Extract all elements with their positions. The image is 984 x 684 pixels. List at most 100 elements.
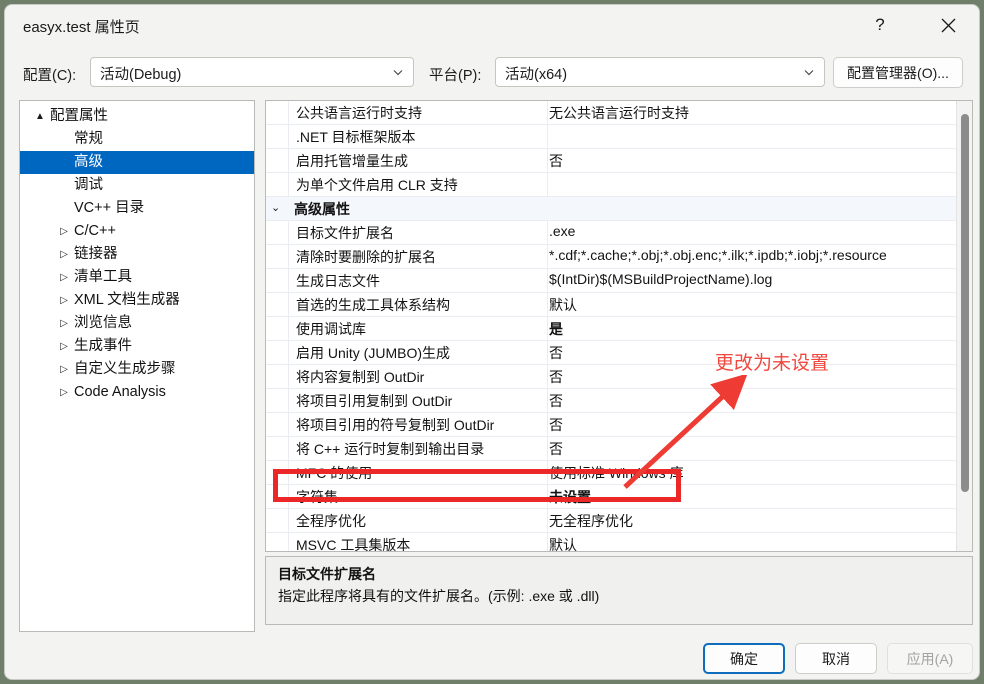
property-value[interactable]: 使用标准 Windows 库 <box>549 463 684 483</box>
tree-item-11[interactable]: ▷ 自定义生成步骤 <box>20 358 254 381</box>
property-row[interactable]: 生成日志文件 $(IntDir)$(MSBuildProjectName).log <box>266 269 956 293</box>
property-name: 公共语言运行时支持 <box>296 105 422 121</box>
row-gutter <box>266 509 289 532</box>
property-value[interactable]: 默认 <box>549 535 577 551</box>
property-value[interactable]: 无全程序优化 <box>549 511 633 531</box>
property-row[interactable]: 字符集 未设置 <box>266 485 956 509</box>
property-value[interactable]: *.cdf;*.cache;*.obj;*.obj.enc;*.ilk;*.ip… <box>549 247 887 263</box>
property-row[interactable]: 公共语言运行时支持 无公共语言运行时支持 <box>266 101 956 125</box>
property-name: 字符集 <box>296 489 338 505</box>
tree-collapsed-icon[interactable]: ▷ <box>56 266 72 289</box>
property-row[interactable]: 将内容复制到 OutDir 否 <box>266 365 956 389</box>
property-name: 为单个文件启用 CLR 支持 <box>296 177 458 193</box>
property-group-header[interactable]: ⌄ 高级属性 <box>266 197 956 221</box>
tree-item-label: 浏览信息 <box>74 315 132 331</box>
tree-item-label: XML 文档生成器 <box>74 292 180 308</box>
description-panel: 目标文件扩展名 指定此程序将具有的文件扩展名。(示例: .exe 或 .dll) <box>265 556 973 625</box>
property-row[interactable]: 目标文件扩展名 .exe <box>266 221 956 245</box>
tree-item-2[interactable]: 高级 <box>20 151 254 174</box>
tree-item-4[interactable]: VC++ 目录 <box>20 197 254 220</box>
tree-item-label: 配置属性 <box>50 108 108 124</box>
property-row[interactable]: 使用调试库 是 <box>266 317 956 341</box>
property-tree[interactable]: ▲ 配置属性 常规 高级 调试 VC++ 目录 ▷ C/C++ ▷ 链接器 ▷ 清单工具 ▷ XML 文档… <box>19 100 255 632</box>
property-name: 生成日志文件 <box>296 273 380 289</box>
property-value[interactable]: 是 <box>549 319 563 339</box>
property-row[interactable]: 将项目引用的符号复制到 OutDir 否 <box>266 413 956 437</box>
property-name: 清除时要删除的扩展名 <box>296 249 436 265</box>
help-icon[interactable]: ? <box>857 5 903 45</box>
column-separator <box>547 461 548 484</box>
tree-item-label: C/C++ <box>74 223 116 239</box>
property-row[interactable]: 首选的生成工具体系结构 默认 <box>266 293 956 317</box>
column-separator <box>547 221 548 244</box>
tree-collapsed-icon[interactable]: ▷ <box>56 312 72 335</box>
row-gutter <box>266 125 289 148</box>
tree-item-10[interactable]: ▷ 生成事件 <box>20 335 254 358</box>
tree-item-8[interactable]: ▷ XML 文档生成器 <box>20 289 254 312</box>
tree-item-3[interactable]: 调试 <box>20 174 254 197</box>
property-name: 目标文件扩展名 <box>296 225 394 241</box>
tree-collapsed-icon[interactable]: ▷ <box>56 243 72 266</box>
property-value[interactable]: $(IntDir)$(MSBuildProjectName).log <box>549 271 772 287</box>
property-row[interactable]: 启用 Unity (JUMBO)生成 否 <box>266 341 956 365</box>
row-gutter <box>266 389 289 412</box>
scrollbar-thumb[interactable] <box>961 114 969 492</box>
vertical-scrollbar[interactable] <box>956 101 972 551</box>
property-row[interactable]: MSVC 工具集版本 默认 <box>266 533 956 551</box>
tree-collapsed-icon[interactable]: ▷ <box>56 358 72 381</box>
property-row[interactable]: 启用托管增量生成 否 <box>266 149 956 173</box>
tree-collapsed-icon[interactable]: ▷ <box>56 220 72 243</box>
title-bar: easyx.test 属性页 ? <box>5 5 979 47</box>
tree-item-1[interactable]: 常规 <box>20 128 254 151</box>
property-row[interactable]: 为单个文件启用 CLR 支持 <box>266 173 956 197</box>
property-grid[interactable]: 公共语言运行时支持 无公共语言运行时支持 .NET 目标框架版本 启用托管增量生成否为… <box>265 100 973 552</box>
tree-item-7[interactable]: ▷ 清单工具 <box>20 266 254 289</box>
property-value[interactable]: 默认 <box>549 295 577 315</box>
platform-dropdown[interactable]: 活动(x64) <box>495 57 825 87</box>
property-value[interactable]: 否 <box>549 439 563 459</box>
property-row[interactable]: 全程序优化 无全程序优化 <box>266 509 956 533</box>
property-row[interactable]: 将项目引用复制到 OutDir 否 <box>266 389 956 413</box>
property-value[interactable]: 否 <box>549 391 563 411</box>
row-gutter <box>266 365 289 388</box>
property-name: 使用调试库 <box>296 321 366 337</box>
tree-collapsed-icon[interactable]: ▷ <box>56 289 72 312</box>
tree-collapsed-icon[interactable]: ▷ <box>56 335 72 358</box>
property-name: 将项目引用复制到 OutDir <box>296 393 453 409</box>
configuration-manager-button[interactable]: 配置管理器(O)... <box>833 57 963 88</box>
column-separator <box>547 437 548 460</box>
platform-label: 平台(P): <box>429 68 482 84</box>
tree-item-6[interactable]: ▷ 链接器 <box>20 243 254 266</box>
chevron-down-icon[interactable]: ⌄ <box>271 201 280 214</box>
row-gutter <box>266 149 289 172</box>
ok-button[interactable]: 确定 <box>703 643 785 674</box>
tree-collapsed-icon[interactable]: ▷ <box>56 381 72 404</box>
configuration-label: 配置(C): <box>23 68 77 84</box>
tree-item-9[interactable]: ▷ 浏览信息 <box>20 312 254 335</box>
property-value[interactable]: 否 <box>549 151 563 171</box>
property-name: 高级属性 <box>294 201 350 217</box>
close-icon[interactable] <box>925 5 971 45</box>
tree-item-5[interactable]: ▷ C/C++ <box>20 220 254 243</box>
cancel-button[interactable]: 取消 <box>795 643 877 674</box>
property-row[interactable]: MFC 的使用 使用标准 Windows 库 <box>266 461 956 485</box>
property-row[interactable]: 清除时要删除的扩展名 *.cdf;*.cache;*.obj;*.obj.enc;… <box>266 245 956 269</box>
property-name: 将项目引用的符号复制到 OutDir <box>296 417 495 433</box>
tree-item-label: 清单工具 <box>74 269 132 285</box>
column-separator <box>547 245 548 268</box>
property-value[interactable]: 否 <box>549 367 563 387</box>
property-value[interactable]: 否 <box>549 415 563 435</box>
property-value[interactable]: 否 <box>549 343 563 363</box>
window-title: easyx.test 属性页 <box>23 19 140 36</box>
property-value[interactable]: 未设置 <box>549 487 591 507</box>
column-separator <box>547 125 548 148</box>
property-row[interactable]: 将 C++ 运行时复制到输出目录 否 <box>266 437 956 461</box>
property-row[interactable]: .NET 目标框架版本 <box>266 125 956 149</box>
property-value[interactable]: 无公共语言运行时支持 <box>549 103 689 123</box>
tree-item-label: Code Analysis <box>74 384 166 400</box>
property-value[interactable]: .exe <box>549 223 575 239</box>
tree-expanded-icon[interactable]: ▲ <box>32 105 48 128</box>
tree-item-0[interactable]: ▲ 配置属性 <box>20 105 254 128</box>
configuration-dropdown[interactable]: 活动(Debug) <box>90 57 414 87</box>
tree-item-12[interactable]: ▷ Code Analysis <box>20 381 254 404</box>
